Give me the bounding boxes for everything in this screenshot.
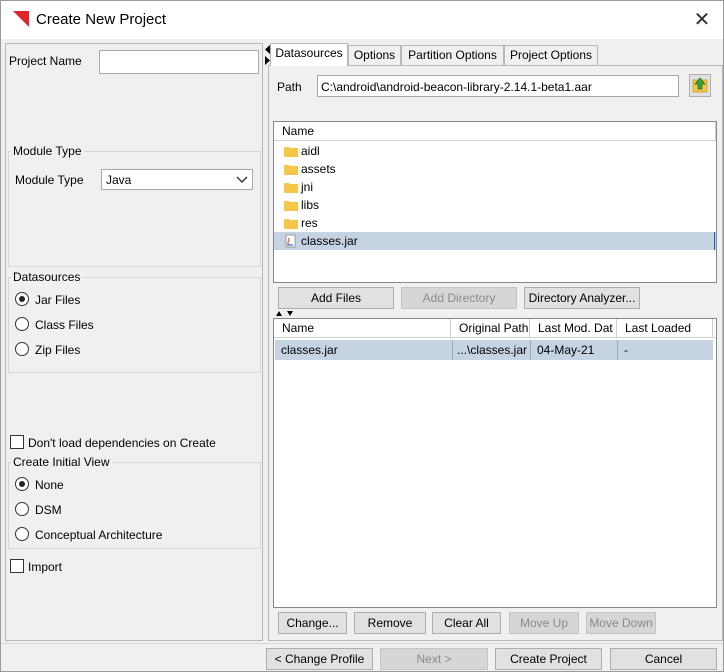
column-last-modified-header[interactable]: Last Mod. Dat — [530, 319, 617, 338]
module-type-select[interactable]: Java — [101, 169, 253, 190]
tab-datasources[interactable]: Datasources — [270, 43, 348, 66]
initial-view-group-title: Create Initial View — [11, 455, 112, 469]
radio-zip-files[interactable] — [15, 342, 29, 356]
up-directory-button[interactable] — [689, 74, 711, 97]
radio-jar-files[interactable] — [15, 292, 29, 306]
radio-dsm-label: DSM — [35, 503, 62, 517]
project-name-label: Project Name — [9, 54, 82, 68]
list-item-label: res — [301, 216, 318, 230]
path-input[interactable]: C:\android\android-beacon-library-2.14.1… — [317, 75, 679, 97]
title-bar: Create New Project ✕ — [1, 1, 723, 39]
list-item-label: aidl — [301, 144, 320, 158]
module-type-group-title: Module Type — [11, 144, 84, 158]
list-item[interactable]: assets — [274, 160, 716, 178]
datasource-table-header: Name Original Path Last Mod. Dat Last Lo… — [274, 319, 716, 338]
column-name-header[interactable]: Name — [274, 122, 716, 141]
dialog-window: Create New Project ✕ Project Name Module… — [0, 0, 724, 672]
import-checkbox[interactable] — [10, 559, 24, 573]
split-arrows-icon[interactable] — [275, 310, 295, 317]
close-icon[interactable]: ✕ — [691, 9, 713, 31]
radio-zip-files-label: Zip Files — [35, 343, 81, 357]
move-up-button[interactable]: Move Up — [509, 612, 579, 634]
path-value: C:\android\android-beacon-library-2.14.1… — [321, 80, 592, 94]
radio-none-label: None — [35, 478, 64, 492]
list-item[interactable]: aidl — [274, 142, 716, 160]
list-item[interactable]: libs — [274, 196, 716, 214]
list-item-label: assets — [301, 162, 336, 176]
remove-button[interactable]: Remove — [354, 612, 426, 634]
radio-class-files-label: Class Files — [35, 318, 94, 332]
next-button[interactable]: Next > — [380, 648, 488, 670]
project-name-input[interactable] — [99, 50, 259, 74]
file-browser-header: Name — [274, 122, 716, 141]
dont-load-checkbox[interactable] — [10, 435, 24, 449]
list-item[interactable]: classes.jar — [274, 232, 716, 250]
create-project-button[interactable]: Create Project — [495, 648, 602, 670]
column-last-loaded-header[interactable]: Last Loaded — [617, 319, 713, 338]
cell-original-path: ...\classes.jar — [452, 340, 528, 360]
datasources-group-title: Datasources — [11, 270, 83, 284]
tab-partition-options[interactable]: Partition Options — [401, 45, 504, 65]
folder-icon — [284, 147, 298, 157]
radio-class-files[interactable] — [15, 317, 29, 331]
column-original-path-header[interactable]: Original Path — [451, 319, 530, 338]
module-type-label: Module Type — [15, 173, 84, 187]
app-logo-icon — [13, 11, 29, 27]
move-down-button[interactable]: Move Down — [586, 612, 656, 634]
radio-conceptual-architecture[interactable] — [15, 527, 29, 541]
directory-analyzer-button[interactable]: Directory Analyzer... — [524, 287, 640, 309]
jar-file-icon — [285, 234, 296, 248]
tab-project-options[interactable]: Project Options — [504, 45, 598, 65]
cell-last-modified: 04-May-21 — [530, 340, 617, 360]
change-button[interactable]: Change... — [278, 612, 347, 634]
clear-all-button[interactable]: Clear All — [432, 612, 501, 634]
radio-jar-files-label: Jar Files — [35, 293, 81, 307]
add-files-button[interactable]: Add Files — [278, 287, 394, 309]
folder-icon — [284, 219, 298, 229]
path-label: Path — [277, 80, 302, 94]
folder-icon — [284, 165, 298, 175]
cell-name: classes.jar — [281, 343, 338, 357]
add-directory-button[interactable]: Add Directory — [401, 287, 517, 309]
folder-icon — [284, 201, 298, 211]
window-title: Create New Project — [36, 11, 167, 28]
module-type-value: Java — [106, 173, 132, 187]
tab-options[interactable]: Options — [348, 45, 401, 65]
list-item-label: jni — [301, 180, 314, 194]
dont-load-label: Don't load dependencies on Create — [28, 436, 216, 450]
list-item-label: libs — [301, 198, 320, 212]
cell-last-loaded: - — [617, 340, 713, 360]
folder-up-icon — [692, 77, 708, 93]
radio-dsm[interactable] — [15, 502, 29, 516]
change-profile-button[interactable]: < Change Profile — [266, 648, 373, 670]
column-name-header[interactable]: Name — [274, 319, 451, 338]
folder-icon — [284, 183, 298, 193]
cancel-button[interactable]: Cancel — [610, 648, 717, 670]
file-browser: Name aidl assets jni libs res classes.ja… — [273, 121, 717, 283]
footer-divider — [1, 643, 723, 644]
selection-marker — [714, 232, 715, 250]
import-label: Import — [28, 560, 63, 574]
radio-conceptual-architecture-label: Conceptual Architecture — [35, 528, 163, 542]
radio-none[interactable] — [15, 477, 29, 491]
list-item[interactable]: jni — [274, 178, 716, 196]
list-item[interactable]: res — [274, 214, 716, 232]
chevron-down-icon — [236, 176, 248, 183]
table-row[interactable]: classes.jar ...\classes.jar 04-May-21 - — [275, 340, 713, 360]
datasource-table: Name Original Path Last Mod. Dat Last Lo… — [273, 318, 717, 608]
list-item-label: classes.jar — [301, 234, 358, 248]
